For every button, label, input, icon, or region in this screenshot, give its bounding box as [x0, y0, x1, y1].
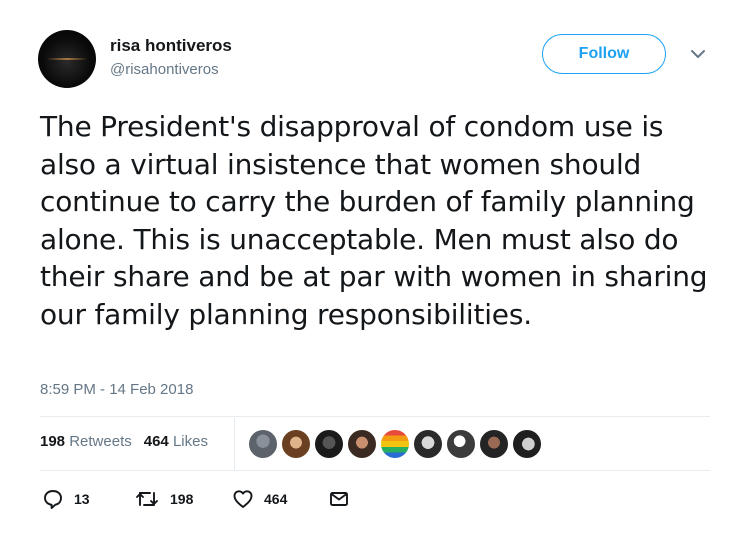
liker-avatar[interactable] [446, 429, 476, 459]
divider [40, 416, 710, 417]
liker-avatar[interactable] [479, 429, 509, 459]
envelope-icon [330, 492, 348, 506]
follow-button[interactable]: Follow [542, 34, 666, 74]
liker-avatar[interactable] [512, 429, 542, 459]
reply-count: 13 [74, 491, 90, 507]
liker-avatar[interactable] [248, 429, 278, 459]
engagement-stats: 198 Retweets 464 Likes [40, 433, 208, 450]
retweets-count: 198 [40, 433, 66, 450]
liker-avatar[interactable] [314, 429, 344, 459]
stats-separator [234, 418, 235, 470]
retweets-label: Retweets [69, 433, 132, 450]
divider [40, 470, 710, 471]
avatar-image-detail [46, 58, 88, 60]
profile-avatar[interactable] [38, 30, 96, 88]
user-handle[interactable]: @risahontiveros [110, 61, 219, 78]
tweet-timestamp[interactable]: 8:59 PM - 14 Feb 2018 [40, 381, 193, 398]
liker-avatar[interactable] [347, 429, 377, 459]
retweet-icon [136, 492, 158, 506]
liker-avatar[interactable] [380, 429, 410, 459]
heart-icon [233, 490, 253, 508]
retweets-stat[interactable]: 198 Retweets [40, 433, 132, 450]
retweet-button[interactable]: 198 [134, 488, 193, 510]
likes-label: Likes [172, 433, 208, 450]
tweet-text: The President's disapproval of condom us… [40, 110, 708, 331]
like-count: 464 [264, 491, 288, 507]
reply-button[interactable]: 13 [42, 488, 90, 510]
likes-count: 464 [143, 433, 169, 450]
likes-stat[interactable]: 464 Likes [144, 433, 208, 450]
chevron-down-icon[interactable] [690, 48, 706, 60]
liker-avatar[interactable] [281, 429, 311, 459]
liker-avatar[interactable] [413, 429, 443, 459]
display-name[interactable]: risa hontiveros [110, 36, 232, 56]
direct-message-button[interactable] [328, 488, 350, 510]
retweet-count: 198 [170, 491, 194, 507]
reply-icon [44, 490, 62, 509]
like-button[interactable]: 464 [232, 488, 287, 510]
